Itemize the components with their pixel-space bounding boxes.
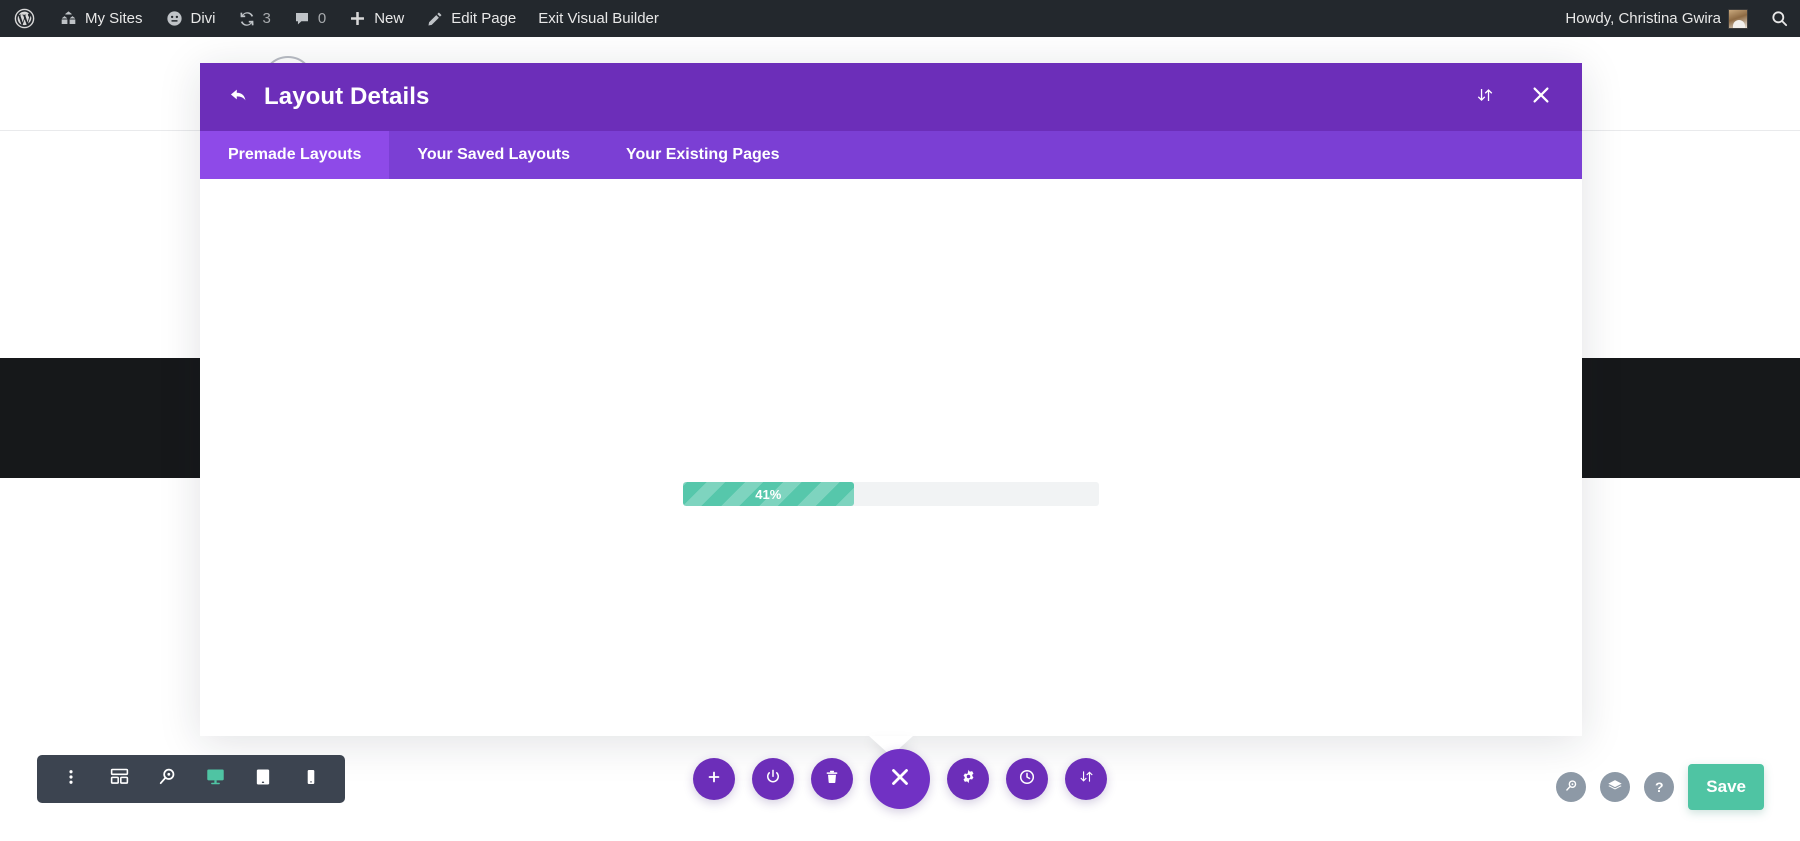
close-modal-button[interactable]	[1526, 82, 1556, 112]
settings-button[interactable]	[947, 758, 989, 800]
tab-premade-layouts-label: Premade Layouts	[228, 146, 361, 164]
progress-bar-fill: 41%	[683, 482, 854, 506]
close-x-icon	[1530, 84, 1552, 111]
my-sites-icon	[59, 9, 78, 28]
back-arrow-icon	[228, 84, 250, 111]
more-options-icon	[62, 768, 80, 791]
close-x-icon	[888, 765, 912, 794]
admin-bar-updates-count: 3	[263, 10, 271, 27]
wireframe-view-icon	[109, 766, 130, 792]
toggle-builder-button[interactable]	[752, 758, 794, 800]
pencil-icon	[426, 10, 444, 28]
admin-bar-item-divi[interactable]: Divi	[154, 0, 227, 37]
sort-updown-icon	[1475, 85, 1495, 110]
admin-bar-howdy-label: Howdy, Christina Gwira	[1565, 10, 1721, 27]
history-button[interactable]	[1006, 758, 1048, 800]
modal-header: Layout Details	[200, 63, 1582, 131]
admin-bar-item-comments[interactable]: 0	[282, 0, 337, 37]
more-options-button[interactable]	[47, 755, 95, 803]
progress-percent-label: 41%	[755, 487, 781, 502]
tablet-view-button[interactable]	[239, 755, 287, 803]
admin-bar-search-button[interactable]	[1759, 0, 1800, 37]
modal-body: 41%	[200, 179, 1582, 736]
builder-utility-buttons: ? Save	[1556, 764, 1764, 810]
phone-view-button[interactable]	[287, 755, 335, 803]
plus-icon	[706, 769, 722, 790]
wordpress-logo-button[interactable]	[0, 0, 48, 37]
comments-icon	[293, 10, 311, 28]
gear-icon	[960, 768, 977, 790]
wp-admin-bar: My Sites Divi 3	[0, 0, 1800, 37]
zoom-search-icon	[1564, 778, 1579, 796]
admin-bar-item-my-sites[interactable]: My Sites	[48, 0, 154, 37]
layers-icon	[1607, 778, 1623, 797]
page-title: Layout Details	[264, 83, 429, 111]
tab-your-existing-pages-label: Your Existing Pages	[626, 146, 780, 164]
clock-icon	[1018, 768, 1036, 791]
tab-your-existing-pages[interactable]: Your Existing Pages	[598, 131, 808, 179]
delete-button[interactable]	[811, 758, 853, 800]
help-icon: ?	[1655, 779, 1664, 795]
trash-icon	[824, 769, 840, 790]
admin-bar-account-menu[interactable]: Howdy, Christina Gwira	[1554, 0, 1759, 37]
admin-bar-label-exit-visual-builder: Exit Visual Builder	[538, 10, 659, 27]
save-button[interactable]: Save	[1688, 764, 1764, 810]
power-icon	[764, 768, 782, 791]
avatar	[1728, 9, 1748, 29]
tablet-view-icon	[253, 767, 273, 792]
zoom-out-view-button[interactable]	[143, 755, 191, 803]
admin-bar-item-new[interactable]: New	[337, 0, 415, 37]
admin-bar-label-divi: Divi	[191, 10, 216, 27]
close-builder-menu-button[interactable]	[870, 749, 930, 809]
sort-button[interactable]	[1470, 82, 1500, 112]
layers-button[interactable]	[1600, 772, 1630, 802]
modal-tab-bar: Premade Layouts Your Saved Layouts Your …	[200, 131, 1582, 179]
portability-button[interactable]	[1065, 758, 1107, 800]
zoom-search-button[interactable]	[1556, 772, 1586, 802]
zoom-out-view-icon	[157, 766, 178, 792]
back-button[interactable]	[220, 78, 258, 116]
admin-bar-item-exit-visual-builder[interactable]: Exit Visual Builder	[527, 0, 670, 37]
add-section-button[interactable]	[693, 758, 735, 800]
tab-your-saved-layouts-label: Your Saved Layouts	[417, 146, 570, 164]
admin-bar-item-edit-page[interactable]: Edit Page	[415, 0, 527, 37]
modal-header-actions	[1470, 82, 1560, 112]
search-icon	[1770, 9, 1789, 28]
tab-premade-layouts[interactable]: Premade Layouts	[200, 131, 389, 179]
view-mode-toolbar	[37, 755, 345, 803]
builder-action-buttons	[693, 749, 1107, 809]
admin-bar-label-my-sites: My Sites	[85, 10, 143, 27]
layout-details-modal: Layout Details	[200, 63, 1582, 736]
wireframe-view-button[interactable]	[95, 755, 143, 803]
updates-icon	[238, 10, 256, 28]
admin-bar-label-new: New	[374, 10, 404, 27]
admin-bar-left-group: My Sites Divi 3	[0, 0, 670, 37]
divi-icon	[165, 9, 184, 28]
admin-bar-comments-count: 0	[318, 10, 326, 27]
desktop-view-icon	[205, 766, 226, 792]
desktop-view-button[interactable]	[191, 755, 239, 803]
admin-bar-right-group: Howdy, Christina Gwira	[1554, 0, 1800, 37]
help-button[interactable]: ?	[1644, 772, 1674, 802]
plus-icon	[348, 9, 367, 28]
sort-updown-icon	[1078, 768, 1095, 790]
loading-progress-bar: 41%	[683, 482, 1099, 506]
phone-view-icon	[302, 768, 320, 791]
admin-bar-label-edit-page: Edit Page	[451, 10, 516, 27]
tab-your-saved-layouts[interactable]: Your Saved Layouts	[389, 131, 598, 179]
wordpress-logo-icon	[14, 8, 35, 29]
admin-bar-item-updates[interactable]: 3	[227, 0, 282, 37]
